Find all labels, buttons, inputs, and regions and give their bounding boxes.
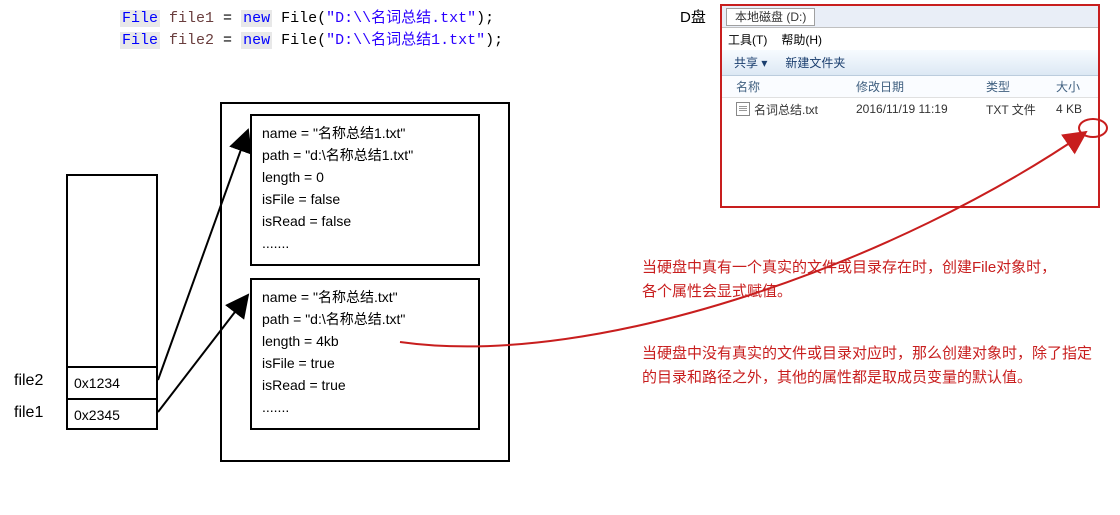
string-literal-1: "D:\\名词总结.txt" <box>326 10 476 27</box>
note-real-file: 当硬盘中真有一个真实的文件或目录存在时，创建File对象时，各个属性会显式赋值。 <box>642 256 1062 304</box>
identifier-file2: file2 <box>169 32 214 49</box>
txt-file-icon <box>736 102 750 116</box>
explorer-menu-bar: 工具(T) 帮助(H) <box>722 28 1098 50</box>
equals-sign: = <box>214 32 241 49</box>
menu-help[interactable]: 帮助(H) <box>781 31 822 48</box>
explorer-column-headers: 名称 修改日期 类型 大小 <box>722 76 1098 98</box>
stack-memory-box: 0x1234 0x2345 <box>66 174 158 430</box>
explorer-row[interactable]: 名词总结.txt 2016/11/19 11:19 TXT 文件 4 KB <box>722 98 1098 120</box>
paren-close-semi: ); <box>485 32 503 49</box>
note-no-real-file: 当硬盘中没有真实的文件或目录对应时，那么创建对象时，除了指定的目录和路径之外，其… <box>642 342 1102 390</box>
label-file1: file1 <box>14 404 43 422</box>
code-line-2: File file2 = new File("D:\\名词总结1.txt"); <box>120 30 503 52</box>
class-file: File <box>272 10 317 27</box>
stack-cell-file2: 0x1234 <box>68 366 156 398</box>
obj-line: isFile = false <box>262 188 468 210</box>
col-name[interactable]: 名称 <box>736 78 856 95</box>
obj-line: name = "名称总结.txt" <box>262 286 468 308</box>
keyword-new: new <box>241 10 272 27</box>
keyword-new: new <box>241 32 272 49</box>
paren-open: ( <box>317 10 326 27</box>
code-snippet: File file1 = new File("D:\\名词总结.txt"); F… <box>120 8 503 52</box>
obj-line: length = 0 <box>262 166 468 188</box>
obj-line: ....... <box>262 232 468 254</box>
col-type[interactable]: 类型 <box>986 78 1056 95</box>
label-file2: file2 <box>14 372 43 390</box>
obj-line: ....... <box>262 396 468 418</box>
toolbar-new-folder[interactable]: 新建文件夹 <box>785 54 845 71</box>
obj-line: isRead = false <box>262 210 468 232</box>
class-file: File <box>272 32 317 49</box>
file-type-cell: TXT 文件 <box>986 101 1056 118</box>
obj-line: isFile = true <box>262 352 468 374</box>
col-date[interactable]: 修改日期 <box>856 78 986 95</box>
menu-tools[interactable]: 工具(T) <box>728 31 767 48</box>
drive-label: D盘 <box>680 6 706 27</box>
identifier-file1: file1 <box>169 10 214 27</box>
file-size-cell: 4 KB <box>1056 102 1106 116</box>
equals-sign: = <box>214 10 241 27</box>
explorer-address-bar: 本地磁盘 (D:) <box>722 6 1098 28</box>
paren-close-semi: ); <box>476 10 494 27</box>
toolbar-share[interactable]: 共享 ▾ <box>734 54 767 71</box>
file-name-text: 名词总结.txt <box>754 101 818 118</box>
object-box-file1: name = "名称总结.txt" path = "d:\名称总结.txt" l… <box>250 278 480 430</box>
paren-open: ( <box>317 32 326 49</box>
string-literal-2: "D:\\名词总结1.txt" <box>326 32 485 49</box>
obj-line: length = 4kb <box>262 330 468 352</box>
keyword-file: File <box>120 10 160 27</box>
obj-line: isRead = true <box>262 374 468 396</box>
file-name-cell: 名词总结.txt <box>736 101 856 118</box>
file-date-cell: 2016/11/19 11:19 <box>856 102 986 116</box>
address-field[interactable]: 本地磁盘 (D:) <box>726 8 815 26</box>
code-line-1: File file1 = new File("D:\\名词总结.txt"); <box>120 8 503 30</box>
obj-line: path = "d:\名称总结1.txt" <box>262 144 468 166</box>
obj-line: name = "名称总结1.txt" <box>262 122 468 144</box>
keyword-file: File <box>120 32 160 49</box>
explorer-toolbar: 共享 ▾ 新建文件夹 <box>722 50 1098 76</box>
obj-line: path = "d:\名称总结.txt" <box>262 308 468 330</box>
object-box-file2: name = "名称总结1.txt" path = "d:\名称总结1.txt"… <box>250 114 480 266</box>
stack-cell-file1: 0x2345 <box>68 398 156 430</box>
col-size[interactable]: 大小 <box>1056 78 1106 95</box>
explorer-window: 本地磁盘 (D:) 工具(T) 帮助(H) 共享 ▾ 新建文件夹 名称 修改日期… <box>720 4 1100 208</box>
